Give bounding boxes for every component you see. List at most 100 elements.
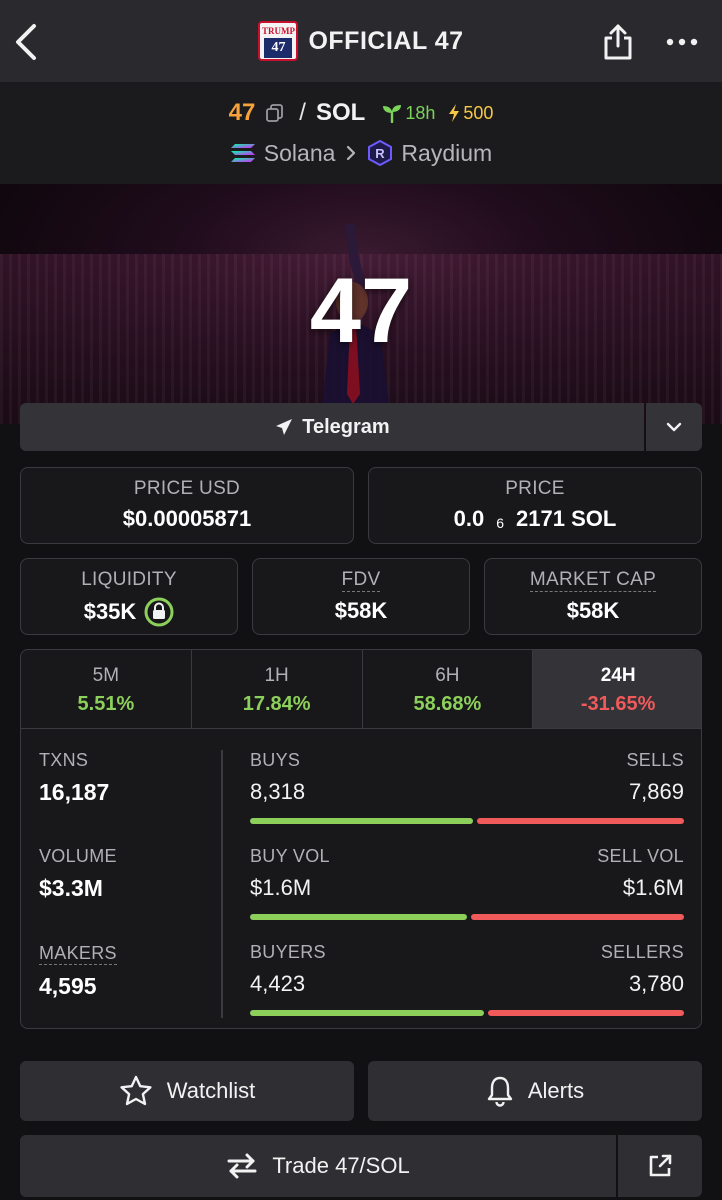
buyers-value: 4,423	[250, 971, 306, 996]
fdv-label[interactable]: FDV	[341, 569, 381, 592]
txns-label: TXNS	[39, 750, 89, 770]
more-button[interactable]	[664, 28, 700, 56]
bell-icon	[487, 1076, 513, 1107]
lightning-icon	[449, 104, 460, 122]
buyers-label: BUYERS	[250, 942, 326, 962]
makers-label[interactable]: MAKERS	[39, 942, 117, 965]
buy-sell-column: BUYS SELLS 8,318 7,869 BUY VOL SELL VOL …	[250, 750, 684, 1028]
sellers-value: 3,780	[628, 971, 684, 996]
tab-1h[interactable]: 1H 17.84%	[192, 650, 363, 728]
sellers-bar	[487, 1010, 684, 1016]
sells-bar	[477, 818, 684, 824]
tab-label: 6H	[435, 665, 460, 686]
trade-button[interactable]: Trade 47/SOL	[20, 1135, 616, 1197]
labels-row: BUYS SELLS	[250, 750, 684, 771]
price-native-value: 0.0 6 2171 SOL	[369, 506, 701, 532]
telegram-button[interactable]: Telegram	[20, 403, 644, 451]
share-icon	[604, 24, 632, 60]
external-link-icon	[649, 1154, 672, 1177]
buy-vol-label: BUY VOL	[250, 846, 330, 866]
tab-label: 5M	[92, 665, 120, 686]
values-row: 8,318 7,869	[250, 771, 684, 805]
price-native-prefix: 0.0	[453, 506, 485, 531]
tab-5m[interactable]: 5M 5.51%	[21, 650, 192, 728]
buys-sells-bar	[250, 818, 684, 824]
tab-label: 24H	[600, 665, 636, 686]
banner-symbol: 47	[309, 260, 413, 362]
copy-icon[interactable]	[265, 103, 285, 123]
values-row: $1.6M $1.6M	[250, 867, 684, 901]
sells-label: SELLS	[626, 750, 684, 770]
pair-age: 18h	[381, 103, 435, 124]
star-icon	[120, 1075, 152, 1106]
trade-label: Trade 47/SOL	[272, 1153, 410, 1178]
solana-icon	[230, 144, 255, 162]
tab-label: 1H	[264, 665, 289, 686]
volume-split-stat: BUY VOL SELL VOL $1.6M $1.6M	[250, 846, 684, 942]
market-cap-box: MARKET CAP $58K	[484, 558, 702, 635]
buys-bar	[250, 818, 474, 824]
svg-text:R: R	[376, 146, 386, 161]
volume-stat: VOLUME $3.3M	[39, 846, 219, 942]
period-stats-panel: 5M 5.51% 1H 17.84% 6H 58.68% 24H -31.65%…	[20, 649, 702, 1029]
tab-change: -31.65%	[580, 693, 656, 715]
labels-row: BUYERS SELLERS	[250, 942, 684, 963]
logo-text-top: TRUMP	[261, 26, 295, 36]
dex-name[interactable]: Raydium	[401, 140, 492, 167]
tab-change: 17.84%	[242, 693, 311, 715]
buys-sells-stat: BUYS SELLS 8,318 7,869	[250, 750, 684, 846]
alerts-label: Alerts	[527, 1078, 585, 1103]
raydium-icon: R	[368, 140, 393, 166]
alerts-button[interactable]: Alerts	[368, 1061, 702, 1121]
pair-separator: /	[299, 99, 306, 126]
socials-row: Telegram	[20, 403, 702, 451]
lock-icon[interactable]	[144, 597, 174, 627]
sprout-icon	[383, 105, 402, 123]
base-token: 47	[228, 99, 256, 126]
token-banner: 47	[0, 184, 722, 424]
market-cap-label[interactable]: MARKET CAP	[529, 569, 657, 592]
watchlist-button[interactable]: Watchlist	[20, 1061, 354, 1121]
labels-row: BUY VOL SELL VOL	[250, 846, 684, 867]
totals-column: TXNS 16,187 VOLUME $3.3M MAKERS 4,595	[39, 750, 219, 1028]
market-cap-value: $58K	[566, 598, 620, 623]
liquidity-box: LIQUIDITY $35K	[20, 558, 238, 635]
share-button[interactable]	[600, 22, 636, 62]
price-native-label: PRICE	[505, 478, 565, 499]
sellers-label: SELLERS	[600, 942, 684, 962]
socials-dropdown-button[interactable]	[646, 403, 702, 451]
chain-name[interactable]: Solana	[264, 140, 336, 167]
makers-value: 4,595	[39, 973, 97, 999]
chevron-down-icon	[666, 422, 682, 432]
fdv-value: $58K	[334, 598, 388, 623]
tab-6h[interactable]: 6H 58.68%	[363, 650, 534, 728]
values-row: 4,423 3,780	[250, 963, 684, 997]
txns-stat: TXNS 16,187	[39, 750, 219, 846]
swap-icon	[227, 1153, 257, 1179]
external-link-button[interactable]	[618, 1135, 702, 1197]
top-bar: TRUMP 47 OFFICIAL 47	[0, 0, 722, 82]
sell-vol-value: $1.6M	[622, 875, 684, 900]
boost-badge[interactable]: 500	[447, 103, 493, 124]
trade-row: Trade 47/SOL	[20, 1135, 702, 1197]
pair-row: 47 / SOL 18h 500	[0, 96, 722, 130]
pair-info: 47 / SOL 18h 500 Solana R Raydium	[0, 82, 722, 184]
fdv-box: FDV $58K	[252, 558, 470, 635]
tab-change: 58.68%	[413, 693, 482, 715]
price-native-subscript: 6	[496, 515, 505, 531]
price-usd-box: PRICE USD $0.00005871	[20, 467, 354, 544]
txns-value: 16,187	[39, 779, 110, 805]
quote-token: SOL	[315, 99, 366, 126]
buyers-bar	[250, 1010, 484, 1016]
tab-24h[interactable]: 24H -31.65%	[533, 650, 701, 728]
period-tabs: 5M 5.51% 1H 17.84% 6H 58.68% 24H -31.65%	[21, 650, 701, 729]
buyers-sellers-stat: BUYERS SELLERS 4,423 3,780	[250, 942, 684, 1028]
buys-label: BUYS	[250, 750, 301, 770]
volume-value: $3.3M	[39, 875, 103, 901]
boost-value: 500	[463, 102, 494, 123]
price-usd-value: $0.00005871	[122, 506, 252, 531]
sell-vol-bar	[471, 914, 684, 920]
liquidity-label: LIQUIDITY	[81, 569, 177, 590]
buy-vol-bar	[250, 914, 467, 920]
sell-vol-label: SELL VOL	[597, 846, 684, 866]
